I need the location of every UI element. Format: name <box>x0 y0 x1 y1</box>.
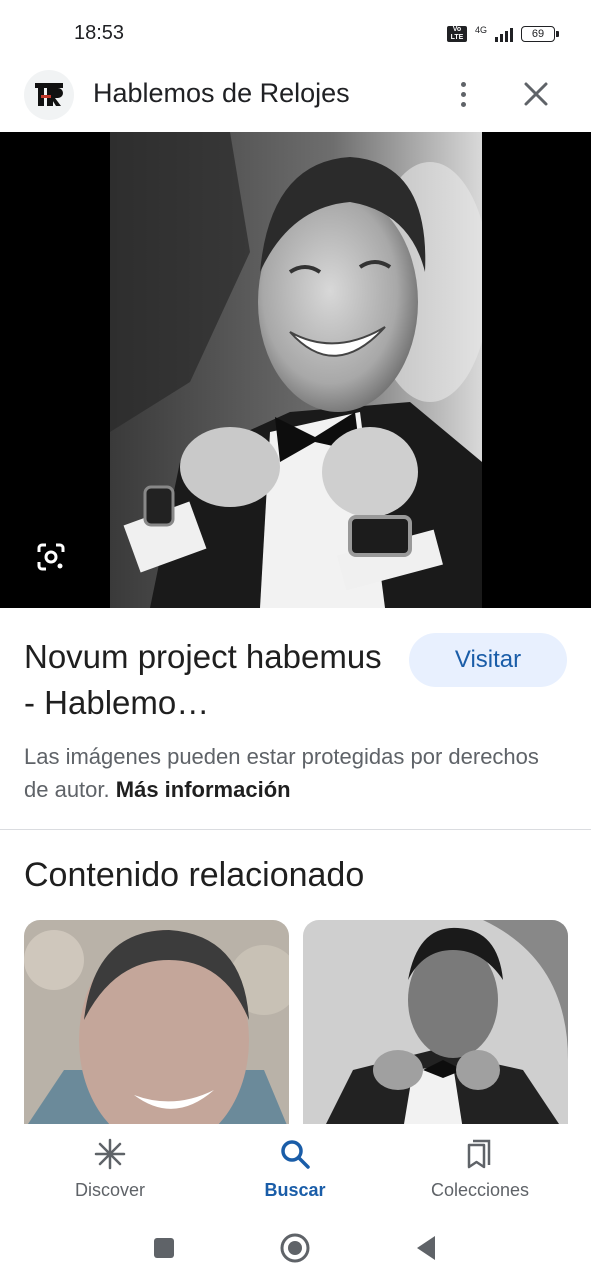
battery-icon: 69 <box>521 26 559 42</box>
discover-asterisk-icon <box>92 1136 128 1172</box>
nav-search[interactable]: Buscar <box>215 1136 375 1201</box>
network-type-label: 4G <box>474 24 487 35</box>
copyright-note: Las imágenes pueden estar protegidas por… <box>24 740 554 806</box>
related-image-card[interactable] <box>24 920 289 1130</box>
recents-square-icon <box>154 1238 174 1258</box>
system-nav <box>0 1214 591 1280</box>
site-logo-icon[interactable] <box>24 70 74 120</box>
site-title[interactable]: Hablemos de Relojes <box>93 78 350 109</box>
app-header: Hablemos de Relojes <box>0 66 591 132</box>
nav-collections[interactable]: Colecciones <box>400 1136 560 1201</box>
signal-icon <box>495 26 513 42</box>
nav-discover[interactable]: Discover <box>30 1136 190 1201</box>
more-info-link[interactable]: Más información <box>116 777 291 802</box>
volte-icon: Vo LTE <box>446 26 467 42</box>
collections-bookmark-icon <box>462 1136 498 1172</box>
related-photo-man-bowtie <box>303 920 568 1130</box>
related-image-card[interactable] <box>303 920 568 1130</box>
battery-level: 69 <box>531 28 545 40</box>
close-icon <box>524 82 548 106</box>
status-bar: 18:53 Vo LTE 4G 69 <box>0 0 591 66</box>
result-title[interactable]: Novum project habemus - Hablemo… <box>24 634 394 726</box>
home-button[interactable] <box>275 1228 315 1268</box>
search-icon <box>277 1136 313 1172</box>
related-photo-smiling-man <box>24 920 289 1130</box>
bottom-nav: Discover Buscar Colecciones <box>0 1124 591 1214</box>
nav-label-search: Buscar <box>264 1180 326 1200</box>
google-lens-icon <box>37 543 65 571</box>
hero-image-viewer[interactable] <box>0 132 591 608</box>
visit-button[interactable]: Visitar <box>409 633 567 687</box>
status-time: 18:53 <box>74 22 125 44</box>
nav-label-discover: Discover <box>74 1180 145 1200</box>
recents-button[interactable] <box>144 1228 184 1268</box>
man-smiling-bowtie-photo <box>110 132 482 608</box>
home-circle-icon <box>280 1233 310 1263</box>
back-triangle-icon <box>417 1236 435 1260</box>
close-button[interactable] <box>516 74 556 114</box>
page: 18:53 Vo LTE 4G 69 Hablemos de Relojes N… <box>0 0 591 1280</box>
divider <box>0 829 591 830</box>
status-icons: Vo LTE 4G 69 <box>446 24 559 44</box>
related-heading: Contenido relacionado <box>24 856 365 894</box>
nav-label-collections: Colecciones <box>430 1180 530 1200</box>
lens-button[interactable] <box>34 540 68 574</box>
more-options-button[interactable] <box>444 74 482 114</box>
more-vert-icon <box>460 81 466 87</box>
back-button[interactable] <box>406 1228 446 1268</box>
